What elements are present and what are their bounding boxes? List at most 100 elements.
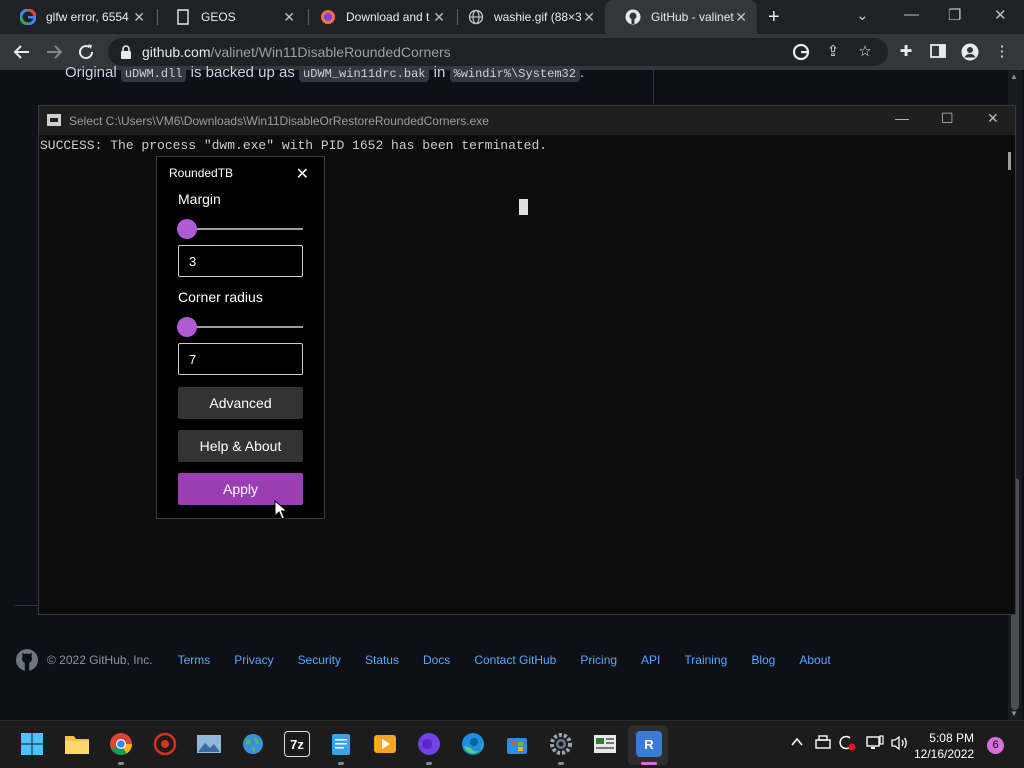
extensions-icon[interactable]: ✚ (897, 43, 915, 61)
close-window-icon[interactable]: ✕ (994, 6, 1007, 24)
console-output[interactable]: SUCCESS: The process "dwm.exe" with PID … (40, 138, 547, 153)
scroll-down-arrow-icon[interactable]: ▼ (1010, 709, 1018, 718)
copyright-text: © 2022 GitHub, Inc. (47, 653, 153, 667)
update-alert-icon[interactable] (838, 735, 856, 754)
console-cursor (519, 199, 528, 215)
mouse-cursor-icon (274, 500, 288, 520)
address-bar[interactable]: github.com/valinet/Win11DisableRoundedCo… (108, 38, 888, 66)
console-scrollbar[interactable] (1008, 152, 1011, 170)
notification-badge[interactable]: 6 (987, 737, 1004, 754)
footer-link-about[interactable]: About (799, 653, 830, 667)
tab-geos[interactable]: GEOS ✕ (155, 0, 305, 34)
edge-icon[interactable] (460, 731, 486, 757)
footer-link-api[interactable]: API (641, 653, 660, 667)
reload-icon[interactable] (76, 42, 96, 62)
footer-link-privacy[interactable]: Privacy (234, 653, 273, 667)
close-icon[interactable]: ✕ (735, 10, 747, 24)
menu-kebab-icon[interactable]: ⋮ (993, 43, 1011, 61)
profile-icon[interactable] (961, 43, 979, 61)
footer-link-terms[interactable]: Terms (178, 653, 211, 667)
console-title-bar[interactable]: Select C:\Users\VM6\Downloads\Win11Disab… (39, 106, 1015, 135)
tab-search-icon[interactable]: ⌄ (856, 6, 869, 24)
tab-washie-gif[interactable]: washie.gif (88×3 ✕ (448, 0, 605, 34)
readme-text: is backed up as (190, 64, 295, 81)
bookmark-star-icon[interactable]: ☆ (856, 43, 874, 61)
roundedtb-icon[interactable]: R (636, 731, 662, 757)
dev-tool-icon[interactable] (152, 731, 178, 757)
scroll-up-arrow-icon[interactable]: ▲ (1010, 72, 1018, 81)
restore-icon[interactable]: ❐ (948, 6, 961, 24)
globe-icon (468, 9, 484, 25)
margin-input[interactable]: 3 (178, 245, 303, 277)
roundedtb-window: RoundedTB ✕ Margin 3 Corner radius 7 Adv… (156, 156, 325, 519)
corner-radius-input[interactable]: 7 (178, 343, 303, 375)
corner-radius-slider[interactable] (177, 317, 303, 337)
close-icon[interactable]: ✕ (583, 10, 595, 24)
corner-radius-label: Corner radius (178, 289, 263, 305)
close-icon[interactable]: ✕ (283, 10, 295, 24)
close-icon[interactable]: ✕ (987, 111, 999, 125)
network-icon[interactable] (866, 735, 884, 754)
clock-time[interactable]: 5:08 PM (924, 731, 974, 745)
tab-github[interactable]: GitHub - valinet ✕ (605, 0, 757, 34)
back-icon[interactable] (12, 42, 32, 62)
chevron-up-icon[interactable] (790, 735, 804, 752)
footer-link-contact[interactable]: Contact GitHub (474, 653, 556, 667)
store-icon[interactable] (504, 731, 530, 757)
slider-thumb[interactable] (177, 317, 197, 337)
footer-link-status[interactable]: Status (365, 653, 399, 667)
tab-title: GEOS (201, 10, 236, 24)
github-icon (625, 9, 641, 25)
globe-app-icon[interactable] (240, 731, 266, 757)
url-path: /valinet/Win11DisableRoundedCorners (210, 44, 451, 60)
notepad-icon[interactable] (328, 731, 354, 757)
lock-icon[interactable] (120, 45, 132, 59)
github-logo-icon[interactable] (15, 648, 39, 672)
side-panel-icon[interactable] (929, 43, 947, 61)
tab-glfw-error[interactable]: glfw error, 6554 ✕ (0, 0, 155, 34)
minimize-icon[interactable]: — (895, 111, 909, 125)
url-text[interactable]: github.com/valinet/Win11DisableRoundedCo… (142, 44, 451, 60)
sheet-icon[interactable] (592, 731, 618, 757)
browser-tab-bar: glfw error, 6554 ✕ GEOS ✕ Download and t… (0, 0, 1024, 34)
footer-link-pricing[interactable]: Pricing (580, 653, 617, 667)
advanced-button[interactable]: Advanced (178, 387, 303, 419)
tab-title: washie.gif (88×3 (494, 10, 582, 24)
clock-date[interactable]: 12/16/2022 (914, 747, 974, 761)
new-tab-button[interactable]: + (768, 7, 780, 27)
share-icon[interactable]: ⇪ (824, 43, 842, 61)
close-icon[interactable]: ✕ (433, 10, 445, 24)
readme-text-line: Original uDWM.dll is backed up as uDWM_w… (65, 64, 584, 82)
footer-link-training[interactable]: Training (684, 653, 727, 667)
close-icon[interactable]: ✕ (133, 10, 145, 24)
chrome-icon[interactable] (108, 731, 134, 757)
media-player-icon[interactable] (372, 731, 398, 757)
footer-link-docs[interactable]: Docs (423, 653, 450, 667)
firefox-icon[interactable] (416, 731, 442, 757)
firefox-icon (320, 9, 336, 25)
footer-link-security[interactable]: Security (298, 653, 341, 667)
file-explorer-icon[interactable] (64, 731, 90, 757)
volume-icon[interactable] (891, 735, 909, 754)
start-icon[interactable] (19, 731, 45, 757)
settings-icon[interactable] (548, 731, 574, 757)
margin-slider[interactable] (177, 219, 303, 239)
google-icon (20, 9, 36, 25)
github-footer: © 2022 GitHub, Inc. Terms Privacy Securi… (15, 648, 1015, 672)
close-icon[interactable]: ✕ (296, 164, 309, 184)
photos-icon[interactable] (196, 731, 222, 757)
minimize-icon[interactable]: — (904, 6, 919, 23)
tab-download[interactable]: Download and t ✕ (300, 0, 455, 34)
page-icon (175, 9, 191, 25)
console-app-icon (47, 114, 61, 126)
help-about-button[interactable]: Help & About (178, 430, 303, 462)
usb-drive-icon[interactable] (815, 735, 831, 752)
footer-link-blog[interactable]: Blog (751, 653, 775, 667)
forward-icon[interactable] (44, 42, 64, 62)
readme-text: Original (65, 64, 117, 81)
tab-title: Download and t (346, 10, 430, 24)
slider-thumb[interactable] (177, 219, 197, 239)
maximize-icon[interactable]: ☐ (941, 111, 954, 125)
7zip-icon[interactable]: 7z (284, 731, 310, 757)
google-lens-icon[interactable] (792, 43, 810, 61)
